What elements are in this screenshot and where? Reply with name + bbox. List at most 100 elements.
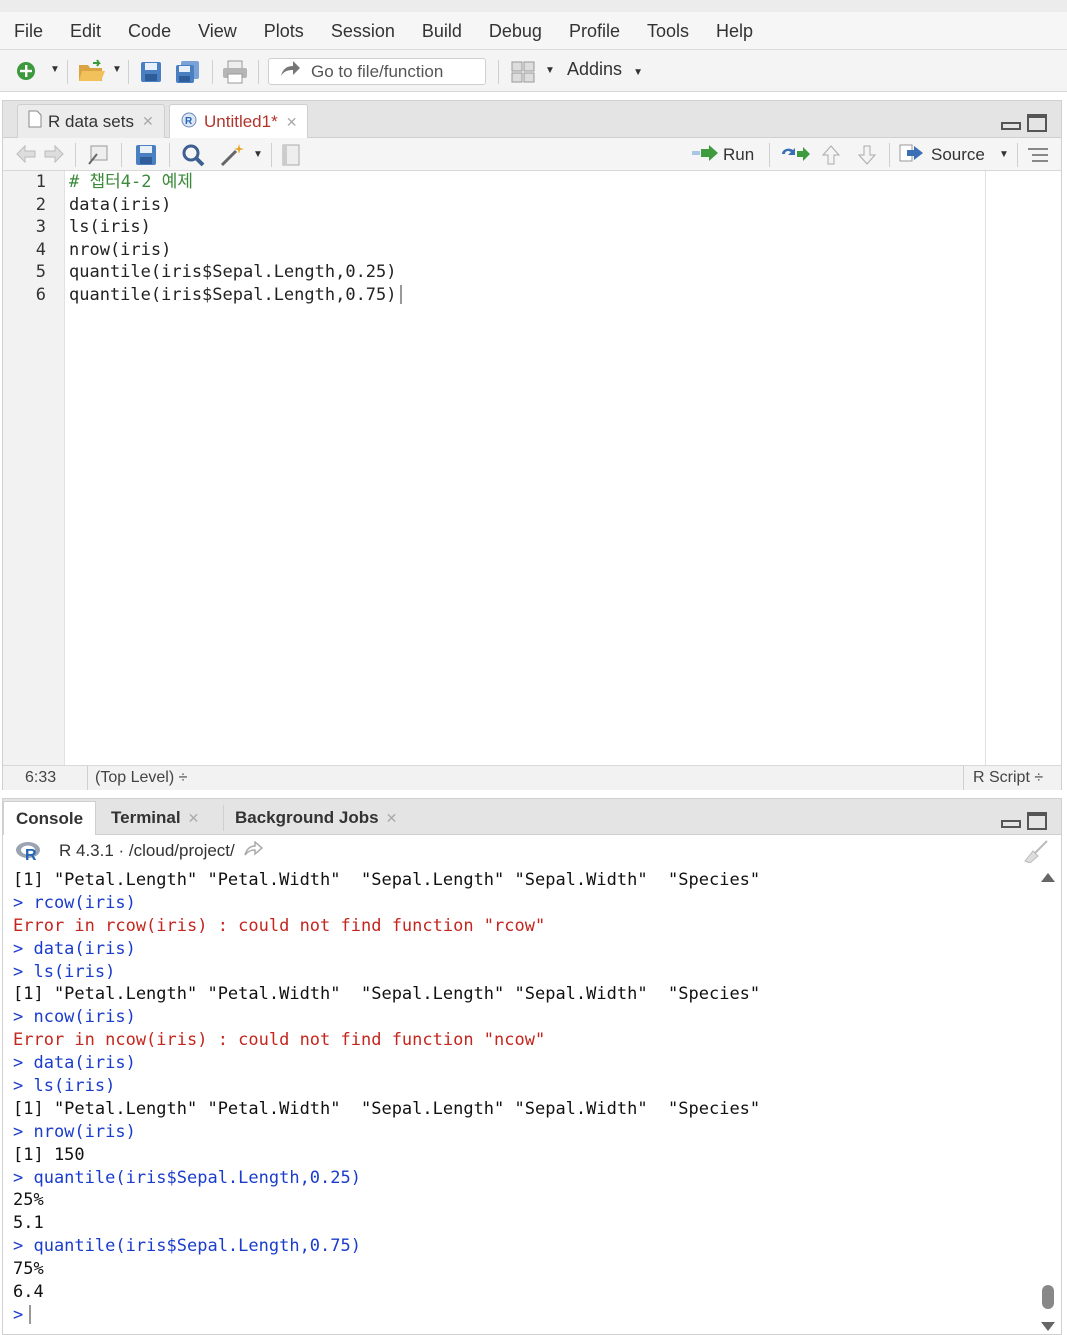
clear-console-icon[interactable] [1021,839,1049,868]
line-number-gutter: 1 2 3 4 5 6 [3,171,65,765]
tab-label: R data sets [48,111,134,131]
menu-view[interactable]: View [198,12,237,50]
compile-notebook-icon[interactable] [281,144,301,166]
run-label: Run [723,145,755,164]
line-number: 4 [35,239,46,260]
tab-label: Untitled1* [204,112,278,131]
goto-arrow-icon [279,60,301,83]
outline-icon[interactable] [1027,146,1049,164]
rerun-icon[interactable] [781,146,811,162]
svg-text:R: R [185,116,193,127]
tab-label: Terminal [111,808,181,827]
menu-plots[interactable]: Plots [264,12,304,50]
tab-label: Background Jobs [235,808,379,827]
menu-build[interactable]: Build [422,12,462,50]
console-tabbar: Console Terminal ✕ Background Jobs ✕ [3,799,1061,836]
console-prompt[interactable]: > [13,1304,1033,1327]
code-line[interactable]: quantile(iris$Sepal.Length,0.25) [69,261,985,284]
code-line[interactable]: ls(iris) [69,216,985,239]
new-file-icon[interactable] [14,59,38,83]
goto-file-function-input[interactable]: Go to file/function [268,58,486,85]
menu-file[interactable]: File [14,12,43,50]
code-editor[interactable]: # 챕터4-2 예제 data(iris) ls(iris) nrow(iris… [69,171,985,765]
menu-tools[interactable]: Tools [647,12,689,50]
main-toolbar: ▼ ▼ Go to file/function ▼ Addins ▼ [0,50,1067,92]
editor-window-controls [1001,114,1047,132]
close-icon[interactable]: ✕ [386,810,398,827]
close-icon[interactable]: ✕ [142,113,154,130]
close-icon[interactable]: ✕ [188,810,200,827]
margin-line [985,171,986,765]
line-number: 6 [35,284,46,305]
tab-r-data-sets[interactable]: R data sets ✕ [17,104,165,138]
source-dropdown-icon[interactable]: ▼ [999,149,1009,160]
doc-icon [28,110,42,133]
editor-status-bar: 6:33 (Top Level) ÷ R Script ÷ [3,765,1061,790]
menu-debug[interactable]: Debug [489,12,542,50]
addins-label: Addins [567,59,623,79]
console-command-line: > data(iris) [13,938,136,959]
run-button[interactable]: Run [691,142,754,168]
minimize-icon[interactable] [1001,820,1021,828]
code-line-active[interactable]: quantile(iris$Sepal.Length,0.75) [69,284,985,307]
up-arrow-icon[interactable] [821,144,841,166]
addins-menu[interactable]: Addins ▼ [567,59,643,80]
close-icon[interactable]: ✕ [286,114,298,131]
console-output[interactable]: [1] "Petal.Length" "Petal.Width" "Sepal.… [13,869,1033,1327]
code-line[interactable]: # 챕터4-2 예제 [69,171,985,194]
addins-dropdown-icon: ▼ [633,67,643,78]
search-icon[interactable] [181,143,205,167]
minimize-icon[interactable] [1001,122,1021,130]
code-line[interactable]: data(iris) [69,194,985,217]
save-all-icon[interactable] [174,59,202,85]
scroll-down-icon[interactable] [1041,1322,1055,1331]
code-line[interactable]: nrow(iris) [69,239,985,262]
open-dropdown-icon[interactable]: ▼ [112,64,122,75]
menu-profile[interactable]: Profile [569,12,620,50]
grid-layout-icon[interactable] [510,59,536,85]
code-tools-dropdown-icon[interactable]: ▼ [253,149,263,160]
open-folder-icon[interactable] [76,58,108,84]
back-icon[interactable] [15,144,37,164]
console-window-controls [1001,812,1047,830]
goto-directory-icon[interactable] [243,839,263,862]
scope-selector[interactable]: (Top Level) ÷ [95,769,187,787]
source-button[interactable]: Source [899,142,985,168]
print-icon[interactable] [221,59,249,85]
source-icon [899,143,925,168]
save-icon[interactable] [138,59,164,85]
tab-untitled1[interactable]: R Untitled1* ✕ [169,104,309,139]
console-command-line: > ncow(iris) [13,1007,136,1028]
tab-console[interactable]: Console [3,801,97,836]
file-type-selector[interactable]: R Script ÷ [973,769,1043,787]
scroll-thumb[interactable] [1042,1285,1054,1309]
new-file-dropdown-icon[interactable]: ▼ [50,64,60,75]
maximize-icon[interactable] [1027,114,1047,132]
console-pane: Console Terminal ✕ Background Jobs ✕ R R… [2,798,1062,1335]
tab-background-jobs[interactable]: Background Jobs ✕ [223,801,409,835]
console-output-line: 75% [13,1259,44,1280]
layout-dropdown-icon[interactable]: ▼ [545,65,555,76]
maximize-icon[interactable] [1027,812,1047,830]
menubar: File Edit Code View Plots Session Build … [0,0,1067,50]
down-arrow-icon[interactable] [857,144,877,166]
menu-code[interactable]: Code [128,12,171,50]
menu-help[interactable]: Help [716,12,753,50]
save-icon[interactable] [135,144,157,166]
prompt-symbol: > [13,1304,24,1325]
console-output-line: 25% [13,1190,44,1211]
console-info-bar: R R 4.3.1 · /cloud/project/ [3,835,1061,867]
tab-label: Console [16,809,84,828]
show-in-window-icon[interactable] [87,144,111,166]
console-output-line: [1] "Petal.Length" "Petal.Width" "Sepal.… [13,870,761,890]
tab-terminal[interactable]: Terminal ✕ [99,801,211,835]
editor-tabbar: R data sets ✕ R Untitled1* ✕ [3,101,1061,139]
console-scrollbar[interactable] [1041,869,1057,1331]
text-cursor [29,1305,32,1325]
menu-edit[interactable]: Edit [70,12,101,50]
console-command-line: > nrow(iris) [13,1121,136,1142]
forward-icon[interactable] [43,144,65,164]
magic-wand-icon[interactable] [219,142,247,168]
menu-session[interactable]: Session [331,12,395,50]
scroll-up-icon[interactable] [1041,873,1055,882]
